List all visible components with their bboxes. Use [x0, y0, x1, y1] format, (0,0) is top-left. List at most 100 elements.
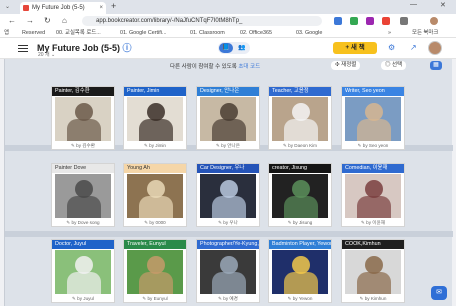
- book-card[interactable]: Car Designer, 우나 by 우나: [196, 163, 260, 227]
- book-author: by 이윤재: [342, 220, 404, 226]
- reload-icon[interactable]: ↻: [44, 16, 51, 26]
- all-bookmarks[interactable]: 모든 북마크: [412, 29, 438, 37]
- book-author: by Seo yeon: [342, 143, 404, 149]
- bookmark-item[interactable]: 00. 교실목록 로드...: [56, 29, 101, 37]
- book-card[interactable]: creator, Jisung by Jisung: [268, 163, 332, 227]
- book-card[interactable]: Young Ah by 0000: [123, 163, 187, 227]
- select-button[interactable]: ◎ 선택: [381, 61, 407, 70]
- book-author: by Eunyul: [124, 296, 186, 302]
- book-author: by 0000: [124, 220, 186, 226]
- extension-icon[interactable]: [350, 17, 358, 25]
- book-cover-image: [200, 97, 256, 141]
- book-title: Photographer/Ye-Kyung, 예경: [197, 240, 259, 249]
- chat-icon[interactable]: ✉: [431, 286, 447, 300]
- book-author: by Daeon Kim: [269, 143, 331, 149]
- book-title: creator, Jisung: [269, 164, 331, 173]
- book-title: Teacher, 고윤정: [269, 87, 331, 96]
- book-cover-image: [200, 250, 256, 294]
- new-book-button[interactable]: + 새 책: [333, 42, 377, 54]
- app-header: My Future Job (5-5) ⓘ 20 개 ⌄ 📘 👥 + 새 책 ⚙…: [0, 38, 456, 59]
- book-card[interactable]: Photographer/Ye-Kyung, 예경 by 예경: [196, 239, 260, 303]
- extension-icon[interactable]: [334, 17, 342, 25]
- book-cover-image: [55, 250, 111, 294]
- book-title: Young Ah: [124, 164, 186, 173]
- library-view-icon[interactable]: 📘: [219, 43, 233, 53]
- book-title: COOK,Kimhun: [342, 240, 404, 249]
- new-tab-button[interactable]: +: [111, 1, 116, 11]
- book-cover-image: [272, 97, 328, 141]
- book-card[interactable]: Painter, 김수환 by 김수환: [51, 86, 115, 150]
- reorder-button[interactable]: ✣ 재정렬: [331, 61, 361, 70]
- favicon-icon: [23, 5, 29, 11]
- book-author: by Kimhun: [342, 296, 404, 302]
- url-field[interactable]: app.bookcreator.com/library/-/NaJfuCNTqF…: [82, 16, 322, 26]
- url-text: app.bookcreator.com/library/-/NaJfuCNTqF…: [96, 18, 243, 24]
- book-card[interactable]: Teacher, 고윤정 by Daeon Kim: [268, 86, 332, 150]
- book-card[interactable]: Badminton Player, Yewon by Yewon: [268, 239, 332, 303]
- book-cover-image: [127, 97, 183, 141]
- book-cover-image: [345, 97, 401, 141]
- home-icon[interactable]: ⌂: [62, 16, 67, 26]
- book-cover-image: [55, 97, 111, 141]
- book-title: Writer, Seo yeon: [342, 87, 404, 96]
- book-card[interactable]: Designer, 안나은 by 안나은: [196, 86, 260, 150]
- book-title: Painter, Jimin: [124, 87, 186, 96]
- book-cover-image: [55, 174, 111, 218]
- invite-notice-text: 다른 사람이 참여할 수 있도록: [170, 64, 237, 70]
- tab-search-icon[interactable]: ⌄: [5, 3, 15, 11]
- bookmark-item[interactable]: 01. Classroom: [190, 29, 225, 37]
- book-cover-image: [200, 174, 256, 218]
- book-card[interactable]: COOK,Kimhun by Kimhun: [341, 239, 405, 303]
- book-card[interactable]: Doctor, Juyul by Juyul: [51, 239, 115, 303]
- book-author: by 예경: [197, 296, 259, 302]
- book-card[interactable]: Comedian, 이윤재 by 이윤재: [341, 163, 405, 227]
- book-cover-image: [127, 250, 183, 294]
- library-content: 다른 사람이 참여할 수 있도록 초대 코드 ✣ 재정렬 ◎ 선택 ▦ Pain…: [4, 59, 453, 306]
- tab-title: My Future Job (5-5): [32, 5, 85, 11]
- extensions-puzzle-icon[interactable]: [400, 17, 408, 25]
- browser-tabstrip: ⌄ My Future Job (5-5) × + — ✕: [0, 0, 456, 14]
- minimize-icon[interactable]: —: [410, 1, 417, 8]
- share-icon[interactable]: ↗: [410, 43, 417, 53]
- invite-code-link[interactable]: 초대 코드: [238, 64, 260, 70]
- book-card[interactable]: Painter, Jimin by Jimin: [123, 86, 187, 150]
- book-title: Traveler, Eunyul: [124, 240, 186, 249]
- bookmarks-bar: 앱 Reserved 00. 교실목록 로드... 01. Google Cer…: [0, 28, 456, 38]
- people-view-icon[interactable]: 👥: [235, 43, 249, 53]
- tab-close-icon[interactable]: ×: [99, 2, 103, 14]
- grid-view-icon[interactable]: ▦: [430, 61, 442, 70]
- book-author: by 우나: [197, 220, 259, 226]
- book-cover-image: [272, 250, 328, 294]
- extension-icon[interactable]: [382, 17, 390, 25]
- menu-icon[interactable]: [18, 45, 28, 52]
- info-icon[interactable]: ⓘ: [123, 43, 132, 53]
- book-author: by Juyul: [52, 296, 114, 302]
- bookmark-item[interactable]: 03. Google: [296, 29, 322, 37]
- book-card[interactable]: Traveler, Eunyul by Eunyul: [123, 239, 187, 303]
- book-title: Painter Dove: [52, 164, 114, 173]
- settings-icon[interactable]: ⚙: [388, 43, 395, 53]
- address-bar-row: ← → ↻ ⌂ app.bookcreator.com/library/-/Na…: [0, 14, 456, 28]
- book-count-dropdown[interactable]: 20 개 ⌄: [38, 51, 55, 58]
- profile-icon[interactable]: [430, 17, 438, 25]
- bookmarks-more-icon[interactable]: »: [388, 29, 391, 37]
- bookmark-item[interactable]: Reserved: [22, 29, 45, 37]
- avatar[interactable]: [428, 41, 442, 55]
- window-close-icon[interactable]: ✕: [440, 1, 446, 9]
- book-card[interactable]: Painter Dove by Dove song: [51, 163, 115, 227]
- book-title: Designer, 안나은: [197, 87, 259, 96]
- extension-icon[interactable]: [366, 17, 374, 25]
- forward-icon[interactable]: →: [26, 16, 34, 26]
- bookmark-item[interactable]: 앱: [4, 29, 9, 37]
- book-author: by Jimin: [124, 143, 186, 149]
- book-card[interactable]: Writer, Seo yeon by Seo yeon: [341, 86, 405, 150]
- bookmark-item[interactable]: 02. Office365: [240, 29, 272, 37]
- back-icon[interactable]: ←: [8, 16, 16, 26]
- invite-notice: 다른 사람이 참여할 수 있도록 초대 코드: [170, 62, 260, 70]
- book-title: Comedian, 이윤재: [342, 164, 404, 173]
- book-cover-image: [127, 174, 183, 218]
- book-author: by Dove song: [52, 220, 114, 226]
- bookmark-item[interactable]: 01. Google Certifi...: [120, 29, 166, 37]
- browser-tab[interactable]: My Future Job (5-5) ×: [20, 2, 106, 14]
- book-author: by 김수환: [52, 143, 114, 149]
